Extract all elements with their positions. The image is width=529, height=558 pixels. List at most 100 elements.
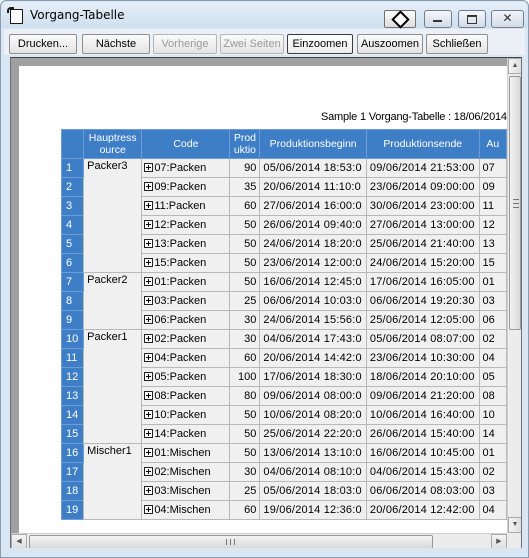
production-end-cell: 23/06/2014 09:00:00	[365, 177, 480, 197]
expand-plus-icon[interactable]	[144, 334, 154, 343]
au-cell: 04	[478, 500, 507, 520]
production-end-cell: 25/06/2014 21:40:00	[365, 234, 480, 254]
expand-plus-icon[interactable]	[144, 239, 154, 248]
scroll-down-arrow-icon[interactable]: ▼	[508, 517, 521, 533]
au-cell: 08	[478, 386, 507, 406]
au-cell: 09	[478, 177, 507, 197]
production-qty-cell: 90	[229, 158, 261, 178]
au-cell: 01	[478, 272, 507, 292]
expand-plus-icon[interactable]	[144, 315, 154, 324]
close-preview-button[interactable]: Schließen	[426, 34, 488, 54]
row-number: 17	[60, 462, 85, 482]
zoom-in-button[interactable]: Einzoomen	[287, 34, 353, 54]
table-row[interactable]: 7 Packer2 01:Packen 50 16/06/2014 12:45:0 17/…	[60, 272, 507, 330]
vertical-scrollbar[interactable]: ▲ ▼	[507, 58, 521, 533]
expand-plus-icon[interactable]	[144, 391, 154, 400]
special-diamond-button[interactable]	[384, 10, 416, 29]
production-qty-cell: 50	[229, 215, 261, 235]
expand-plus-icon[interactable]	[144, 220, 154, 229]
au-cell: 14	[478, 424, 507, 444]
table-row[interactable]: 1 Packer3 07:Packen 90 05/06/2014 18:53:0 09/…	[60, 158, 507, 273]
row-number-header	[60, 129, 85, 159]
next-page-button[interactable]: Nächste	[82, 34, 150, 54]
row-number: 11	[60, 348, 85, 368]
au-cell: 04	[478, 348, 507, 368]
scroll-up-arrow-icon[interactable]: ▲	[508, 58, 521, 74]
production-qty-cell: 35	[229, 177, 261, 197]
au-cell: 13	[478, 234, 507, 254]
expand-plus-icon[interactable]	[144, 448, 154, 457]
code-text: 15:Packen	[154, 257, 207, 269]
au-cell: 10	[478, 405, 507, 425]
production-start-cell: 17/06/2014 18:30:0	[259, 367, 367, 387]
horizontal-scroll-thumb[interactable]	[29, 535, 433, 549]
code-cell: 15:Packen	[141, 253, 231, 273]
production-qty-cell: 30	[229, 329, 261, 349]
title-bar[interactable]: Vorgang-Tabelle ✕	[2, 2, 527, 29]
code-text: 09:Packen	[154, 181, 207, 193]
scroll-corner	[507, 533, 521, 549]
production-start-cell: 09/06/2014 08:00:0	[259, 386, 367, 406]
code-text: 08:Packen	[154, 390, 207, 402]
production-end-cell: 30/06/2014 23:00:00	[365, 196, 480, 216]
toolbar: Drucken... Nächste Vorherige Zwei Seiten…	[4, 29, 525, 55]
close-icon: ✕	[502, 11, 513, 25]
expand-plus-icon[interactable]	[144, 486, 154, 495]
vertical-scroll-thumb[interactable]	[509, 76, 521, 330]
au-cell: 03	[478, 291, 507, 311]
code-text: 13:Packen	[154, 238, 207, 250]
expand-plus-icon[interactable]	[144, 353, 154, 362]
production-end-cell: 06/06/2014 19:20:30	[365, 291, 480, 311]
row-number: 15	[60, 424, 85, 444]
close-window-button[interactable]: ✕	[491, 10, 524, 28]
two-pages-button[interactable]: Zwei Seiten	[220, 34, 284, 54]
expand-plus-icon[interactable]	[144, 277, 154, 286]
code-text: 01:Packen	[154, 276, 207, 288]
row-number: 8	[60, 291, 85, 311]
expand-plus-icon[interactable]	[144, 201, 154, 210]
resource-cell: Packer3	[83, 158, 143, 273]
previous-page-button[interactable]: Vorherige	[153, 34, 217, 54]
production-start-cell: 20/06/2014 11:10:0	[259, 177, 367, 197]
code-cell: 14:Packen	[141, 424, 231, 444]
production-qty-cell: 80	[229, 386, 261, 406]
table-row[interactable]: 10 Packer1 02:Packen 30 04/06/2014 17:43:0 05…	[60, 329, 507, 444]
maximize-button[interactable]	[458, 10, 486, 28]
production-start-cell: 19/06/2014 12:36:0	[259, 500, 367, 520]
expand-plus-icon[interactable]	[144, 296, 154, 305]
expand-plus-icon[interactable]	[144, 163, 154, 172]
expand-plus-icon[interactable]	[144, 467, 154, 476]
production-qty-cell: 25	[229, 481, 261, 501]
code-text: 03:Mischen	[154, 485, 211, 497]
minimize-button[interactable]	[424, 10, 452, 28]
production-qty-cell: 50	[229, 253, 261, 273]
expand-plus-icon[interactable]	[144, 410, 154, 419]
expand-plus-icon[interactable]	[144, 429, 154, 438]
row-number: 1	[60, 158, 85, 178]
table-row[interactable]: 16 Mischer1 01:Mischen 50 13/06/2014 13:10:0…	[60, 443, 507, 520]
production-start-cell: 10/06/2014 08:20:0	[259, 405, 367, 425]
row-number: 3	[60, 196, 85, 216]
production-start-cell: 24/06/2014 18:20:0	[259, 234, 367, 254]
production-qty-cell: 30	[229, 462, 261, 482]
expand-plus-icon[interactable]	[144, 258, 154, 267]
code-header: Code	[141, 129, 231, 159]
row-number: 18	[60, 481, 85, 501]
au-cell: 02	[478, 329, 507, 349]
production-qty-cell: 50	[229, 234, 261, 254]
production-start-cell: 26/06/2014 09:40:0	[259, 215, 367, 235]
production-start-cell: 25/06/2014 22:20:0	[259, 424, 367, 444]
zoom-out-button[interactable]: Auszoomen	[357, 34, 423, 54]
production-end-cell: 06/06/2014 08:03:00	[365, 481, 480, 501]
expand-plus-icon[interactable]	[144, 505, 154, 514]
au-cell: 12	[478, 215, 507, 235]
production-end-cell: 09/06/2014 21:53:00	[365, 158, 480, 178]
production-qty-cell: 25	[229, 291, 261, 311]
expand-plus-icon[interactable]	[144, 182, 154, 191]
production-end-cell: 23/06/2014 10:30:00	[365, 348, 480, 368]
code-text: 02:Packen	[154, 333, 207, 345]
expand-plus-icon[interactable]	[144, 372, 154, 381]
report-caption: Sample 1 Vorgang-Tabelle : 18/06/2014	[321, 111, 507, 123]
print-button[interactable]: Drucken...	[9, 34, 77, 54]
code-cell: 04:Mischen	[141, 500, 231, 520]
